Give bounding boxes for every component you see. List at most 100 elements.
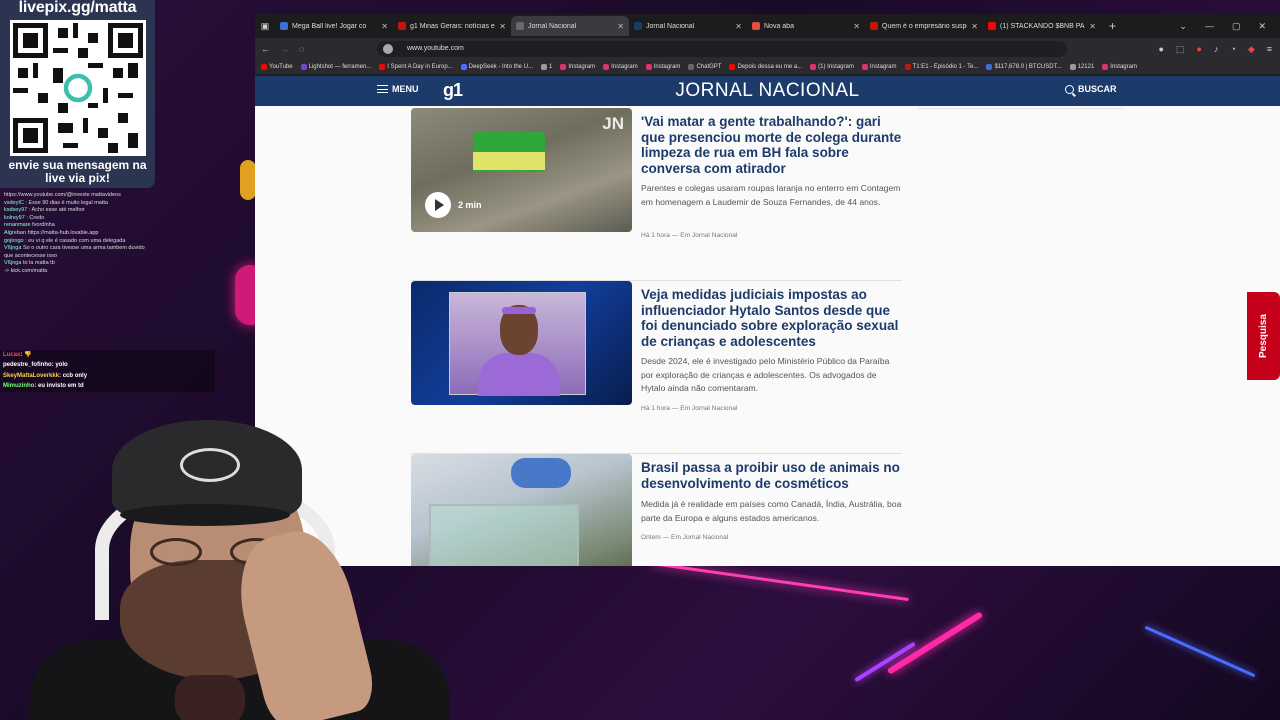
- bookmark-item[interactable]: Depois dessa eu me a...: [729, 64, 802, 70]
- chat-username: SkeyMattaLoverkkk: [3, 372, 60, 379]
- browser-tab[interactable]: (1) STACKANDO $BNB PARA EM ✕: [983, 16, 1101, 36]
- minimize-icon[interactable]: —: [1205, 21, 1214, 31]
- news-feed: JN 2 min 'Vai matar a gente trabalhando?…: [411, 108, 902, 566]
- news-item[interactable]: Brasil passa a proibir uso de animais no…: [411, 454, 902, 566]
- portrait-inset: [449, 292, 586, 396]
- webcam-feed: [0, 420, 470, 720]
- chat-text: Acho esse até melhor: [31, 207, 85, 214]
- bookmark-item[interactable]: I Spent A Day in Europ...: [379, 64, 453, 70]
- bookmark-item[interactable]: YouTube: [261, 64, 293, 70]
- pix-url: livepix.gg/matta: [18, 0, 137, 16]
- survey-button[interactable]: Pesquisa: [1247, 292, 1280, 380]
- chat-highlight-message: Lucas: 👎: [0, 350, 215, 361]
- browser-tab[interactable]: g1 Minas Gerais: notícias e vídeo ✕: [393, 16, 511, 36]
- new-tab-icon[interactable]: +: [1109, 19, 1116, 33]
- close-tab-icon[interactable]: ✕: [381, 22, 388, 31]
- browser-tab[interactable]: Nova aba ✕: [747, 16, 865, 36]
- site-info-icon[interactable]: [383, 44, 393, 54]
- bookmark-label: ChatGPT: [696, 64, 722, 70]
- chat-text: fvordinha: [32, 222, 55, 229]
- tab-label: Nova aba: [764, 22, 794, 30]
- page-title[interactable]: JORNAL NACIONAL: [255, 80, 1280, 102]
- close-window-icon[interactable]: ✕: [1258, 21, 1266, 32]
- bookmark-item[interactable]: ChatGPT: [688, 64, 721, 70]
- chat-username: Vßjnga: [4, 260, 22, 267]
- more-menu-icon[interactable]: ≡: [1267, 44, 1272, 54]
- url-field[interactable]: www.youtube.com: [377, 41, 1067, 57]
- browser-tab[interactable]: Quem é o empresário suspeito ✕: [865, 16, 983, 36]
- play-icon[interactable]: [425, 192, 451, 218]
- chat-text: https://www.youtube.com/@investe mattavi…: [4, 192, 121, 198]
- tab-favicon-icon: [516, 22, 524, 30]
- story-headline[interactable]: Veja medidas judiciais impostas ao influ…: [641, 287, 903, 349]
- forward-icon[interactable]: →: [280, 44, 289, 54]
- bookmark-item[interactable]: (1) Instagram: [810, 64, 854, 70]
- chat-username: Mimuzinho: [3, 383, 35, 390]
- bookmark-label: Lightshot — ferramen...: [308, 64, 372, 70]
- story-thumbnail[interactable]: JN 2 min: [411, 108, 632, 232]
- close-tab-icon[interactable]: ✕: [1089, 22, 1096, 31]
- bookmark-favicon-icon: [541, 64, 548, 70]
- extension-icon[interactable]: ●: [1158, 44, 1163, 54]
- story-thumbnail[interactable]: [411, 281, 632, 405]
- bookmark-item[interactable]: DeepSeek - Into the U...: [460, 64, 533, 70]
- bookmark-label: 12121: [1077, 64, 1095, 70]
- chat-text: : eu invisto em td: [34, 383, 84, 390]
- bookmark-item[interactable]: 12121: [1069, 64, 1095, 70]
- pix-donation-panel: livepix.gg/matta envie sua mensagem na l…: [0, 0, 155, 188]
- chat-username: Vßjnga: [4, 245, 22, 252]
- chat-username: pedestre_fofinho: [3, 362, 52, 369]
- profile-icon[interactable]: ◔: [1230, 44, 1235, 54]
- tab-search-icon[interactable]: ⌄: [1179, 21, 1187, 32]
- search-icon: [1065, 84, 1074, 94]
- chat-message: renanmare fvordinha: [4, 222, 154, 230]
- bookmark-item[interactable]: Instagram: [1102, 64, 1137, 70]
- cap-brim: [120, 504, 290, 526]
- search-button[interactable]: BUSCAR: [1065, 84, 1117, 94]
- record-icon[interactable]: ●: [1196, 44, 1201, 54]
- story-summary: Medida já é realidade em países como Can…: [641, 499, 902, 523]
- bookmark-item[interactable]: $117,678.0 | BTCUSDT...: [986, 64, 1062, 70]
- back-icon[interactable]: ←: [261, 44, 270, 54]
- bookmark-label: Instagram: [653, 64, 681, 70]
- close-tab-icon[interactable]: ✕: [617, 22, 624, 31]
- close-tab-icon[interactable]: ✕: [499, 22, 506, 31]
- tab-strip: Mega Ball live! Jogar co ✕ g1 Minas Gerais…: [275, 16, 1101, 36]
- bookmark-item[interactable]: T1:E1 - Episódio 1 - Te...: [904, 64, 978, 70]
- bookmark-item[interactable]: Instagram: [603, 64, 638, 70]
- browser-tab[interactable]: Mega Ball live! Jogar co ✕: [275, 16, 393, 36]
- neon-stripe: [651, 561, 909, 602]
- story-meta: Há 1 hora — Em Jornal Nacional: [641, 232, 738, 239]
- extensions-area: ● ⬚ ● ♪ ◔ ◆ ≡: [1158, 38, 1272, 60]
- browser-tab[interactable]: Jornal Nacional ✕: [511, 16, 629, 36]
- bookmark-favicon-icon: [460, 64, 467, 70]
- bookmark-item[interactable]: 1: [541, 64, 552, 70]
- news-item[interactable]: JN 2 min 'Vai matar a gente trabalhando?…: [411, 108, 902, 281]
- loading-icon[interactable]: ◌: [299, 44, 304, 54]
- close-tab-icon[interactable]: ✕: [853, 22, 860, 31]
- close-tab-icon[interactable]: ✕: [735, 22, 742, 31]
- bookmark-item[interactable]: Instagram: [560, 64, 595, 70]
- chat-message: -> kick.com/matta: [4, 268, 154, 276]
- bookmark-item[interactable]: Instagram: [645, 64, 681, 70]
- chat-text: Credo: [29, 214, 45, 221]
- browser-tab[interactable]: Jornal Nacional ✕: [629, 16, 747, 36]
- bookmark-label: Instagram: [568, 64, 596, 70]
- story-headline[interactable]: Brasil passa a proibir uso de animais no…: [641, 460, 903, 491]
- alerts-icon[interactable]: ◆: [1248, 44, 1255, 55]
- tab-list-icon[interactable]: ▣: [255, 16, 275, 36]
- maximize-icon[interactable]: ▢: [1232, 21, 1241, 32]
- bookmark-favicon-icon: [379, 64, 386, 70]
- bookmark-favicon-icon: [986, 64, 993, 70]
- bookmark-favicon-icon: [603, 64, 610, 70]
- share-icon[interactable]: ⬚: [1176, 44, 1185, 55]
- bookmark-item[interactable]: Lightshot — ferramen...: [300, 64, 372, 70]
- bookmark-label: (1) Instagram: [818, 64, 854, 70]
- chat-text: : ccb only: [59, 372, 88, 379]
- story-headline[interactable]: 'Vai matar a gente trabalhando?': gari q…: [641, 114, 903, 176]
- chat-message: Vßjnga to la matta tb: [4, 260, 154, 268]
- bookmark-item[interactable]: Instagram: [861, 64, 897, 70]
- close-tab-icon[interactable]: ✕: [971, 22, 978, 31]
- sound-icon[interactable]: ♪: [1214, 44, 1219, 54]
- news-item[interactable]: Veja medidas judiciais impostas ao influ…: [411, 281, 902, 454]
